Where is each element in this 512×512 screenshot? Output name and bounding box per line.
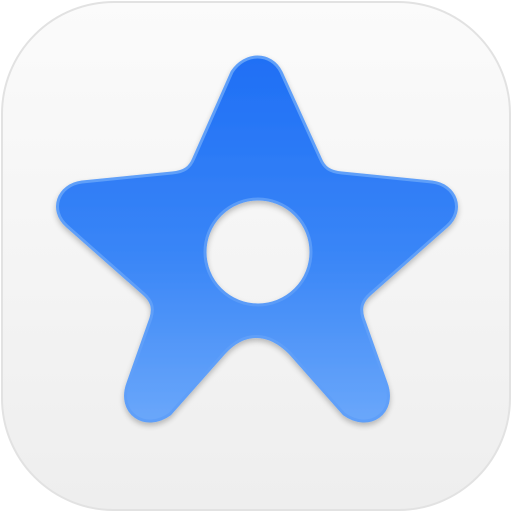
- app-icon-canvas: [0, 0, 512, 512]
- app-icon: [1, 1, 511, 511]
